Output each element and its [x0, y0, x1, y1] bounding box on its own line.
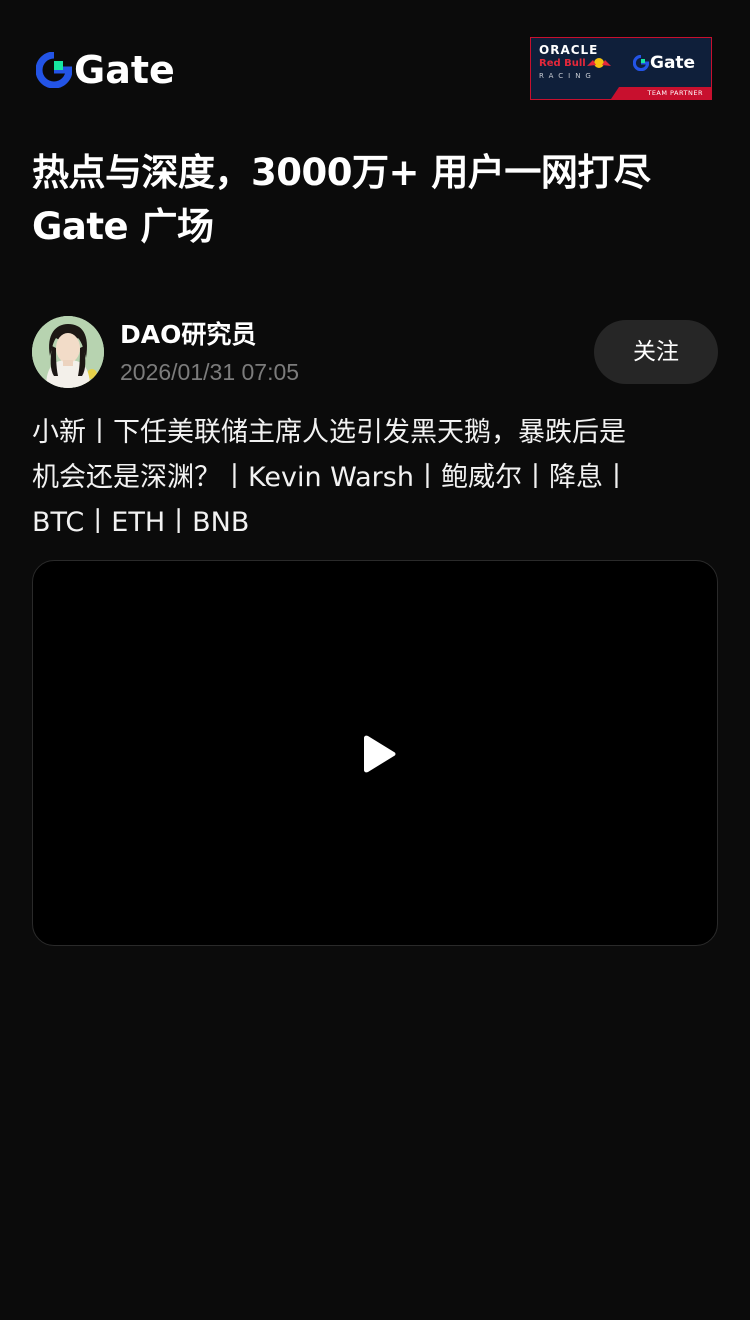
author-name[interactable]: DAO研究员 — [120, 318, 256, 352]
play-icon[interactable] — [359, 734, 397, 774]
partner-banner[interactable]: ORACLE Red Bull RACING Gate TEAM PARTNER — [530, 37, 712, 100]
follow-button[interactable]: 关注 — [594, 320, 718, 384]
partner-brand: Gate — [633, 53, 695, 73]
logo-text: Gate — [74, 48, 175, 92]
page-title: 热点与深度，3000万+ 用户一网打尽 Gate 广场 — [32, 146, 722, 254]
header: Gate ORACLE Red Bull RACING Gate TEAM PA… — [0, 0, 750, 140]
post-author: DAO研究员 2026/01/31 07:05 关注 — [32, 316, 718, 388]
gate-logo-icon — [633, 55, 649, 71]
team-partner-label: TEAM PARTNER — [647, 89, 703, 97]
gate-logo-icon — [36, 52, 72, 88]
avatar-image — [32, 316, 104, 388]
post-text-line1: 小新丨下任美联储主席人选引发黑天鹅，暴跌后是 — [32, 417, 626, 448]
post-text-line2: 机会还是深渊？丨Kevin Warsh丨鲍威尔丨降息丨 — [32, 462, 630, 493]
video-player[interactable] — [32, 560, 718, 946]
page-title-line1: 热点与深度，3000万+ 用户一网打尽 — [32, 151, 651, 194]
post-text: 小新丨下任美联储主席人选引发黑天鹅，暴跌后是 机会还是深渊？丨Kevin War… — [32, 410, 722, 545]
post-text-line3: BTC丨ETH丨BNB — [32, 507, 250, 538]
partner-brand-text: Gate — [650, 53, 696, 73]
post-timestamp: 2026/01/31 07:05 — [120, 359, 300, 385]
avatar[interactable] — [32, 316, 104, 388]
racing-text: RACING — [539, 72, 596, 80]
gate-logo[interactable]: Gate — [36, 50, 175, 90]
page-title-line2: Gate 广场 — [32, 205, 214, 248]
bull-icon — [587, 58, 611, 68]
